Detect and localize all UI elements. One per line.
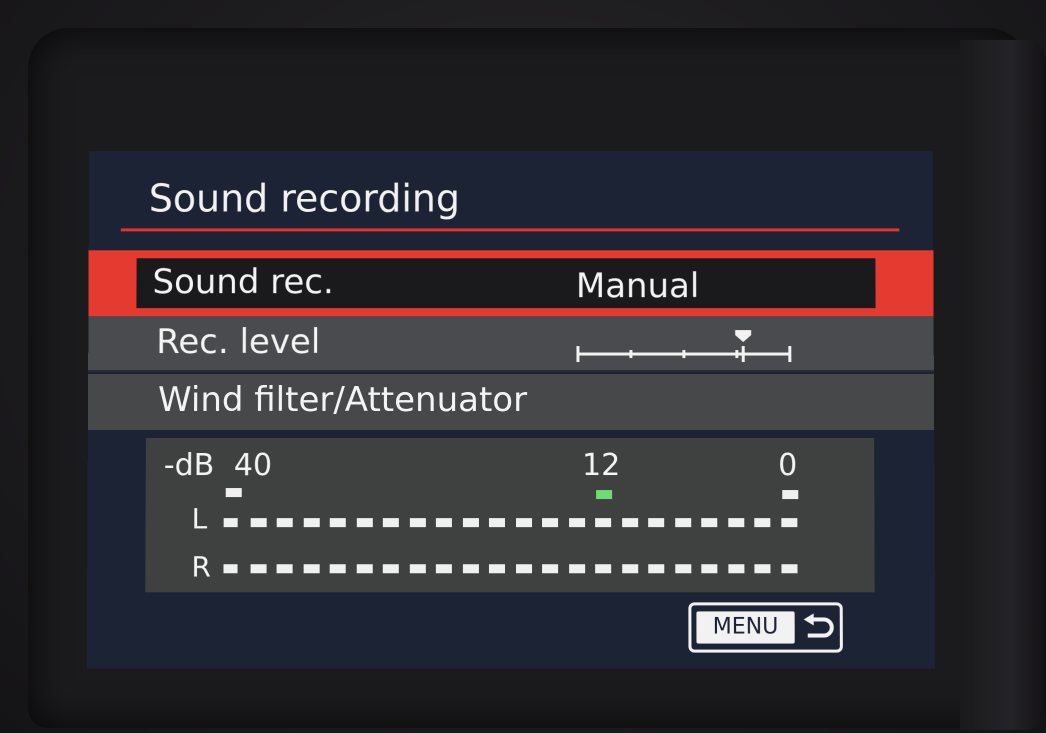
meter-segment: [276, 564, 293, 574]
meter-segment: [356, 564, 373, 574]
meter-segment: [515, 518, 532, 528]
meter-segment: [568, 518, 585, 528]
audio-level-meter: -dB 40 12 0 L R: [145, 438, 875, 593]
menu-item-wind-filter[interactable]: Wind filter/Attenuator: [87, 374, 935, 431]
meter-tick-label: 40: [233, 448, 273, 484]
meter-segment: [435, 564, 452, 574]
meter-segment: [595, 564, 612, 574]
menu-item-rec-level[interactable]: Rec. level: [88, 316, 934, 373]
slider-pointer-icon: [735, 330, 752, 343]
meter-segment: [223, 518, 238, 528]
meter-segment: [329, 564, 346, 574]
menu-back-button[interactable]: MENU: [688, 602, 843, 653]
meter-segment: [435, 518, 452, 528]
meter-segment: [621, 518, 638, 528]
title-divider: [120, 228, 900, 232]
meter-segment: [250, 564, 267, 574]
meter-segment: [462, 518, 479, 528]
page-title: Sound recording: [148, 176, 461, 221]
meter-segment: [462, 564, 479, 574]
meter-segment: [701, 564, 718, 574]
meter-marker-0: [782, 490, 799, 500]
meter-segment: [754, 564, 771, 574]
meter-segment: [409, 564, 426, 574]
meter-channel-label: R: [191, 550, 212, 584]
bezel-side: [960, 40, 1046, 730]
meter-segment: [568, 564, 585, 574]
meter-segment: [223, 564, 238, 574]
meter-segment: [276, 518, 293, 528]
meter-segment: [542, 564, 559, 574]
meter-segment: [780, 518, 797, 528]
meter-segment: [488, 518, 505, 528]
selection-highlight: Sound rec. Manual: [136, 258, 876, 309]
meter-channel-label: L: [191, 502, 208, 536]
meter-segment: [727, 564, 744, 574]
meter-segment: [303, 564, 320, 574]
meter-tick-label: 12: [582, 448, 621, 484]
meter-segment: [674, 518, 691, 528]
meter-segment: [382, 518, 399, 528]
meter-segment: [595, 518, 612, 528]
meter-segment: [382, 564, 399, 574]
menu-button-label: MENU: [696, 611, 795, 644]
meter-segment: [356, 518, 373, 528]
menu-item-value: Manual: [575, 266, 700, 307]
back-arrow-icon: [802, 611, 836, 643]
menu-item-sound-rec[interactable]: Sound rec. Manual: [88, 250, 934, 317]
meter-marker-40: [225, 488, 242, 498]
meter-segment: [250, 518, 267, 528]
meter-segment: [780, 564, 798, 574]
meter-segment: [515, 564, 532, 574]
meter-segment: [727, 518, 744, 528]
meter-tick-label: 0: [778, 448, 798, 484]
camera-body: Sound recording Sound rec. Manual Rec. l…: [0, 0, 1046, 733]
meter-segment: [488, 564, 505, 574]
meter-peak-marker: [596, 490, 613, 500]
rec-level-slider[interactable]: [574, 330, 794, 364]
meter-segment: [648, 564, 665, 574]
meter-segment: [674, 564, 691, 574]
menu-item-label: Rec. level: [156, 322, 321, 363]
meter-segment: [542, 518, 559, 528]
lcd-screen: Sound recording Sound rec. Manual Rec. l…: [86, 150, 936, 669]
meter-segment: [303, 518, 320, 528]
meter-segment: [648, 518, 665, 528]
menu-item-label: Sound rec.: [152, 262, 334, 303]
meter-segment: [329, 518, 346, 528]
meter-segment: [409, 518, 426, 528]
meter-segment: [701, 518, 718, 528]
meter-segment: [754, 518, 771, 528]
menu-item-label: Wind filter/Attenuator: [157, 380, 528, 420]
meter-segment: [621, 564, 638, 574]
meter-scale-label: -dB: [163, 448, 215, 484]
